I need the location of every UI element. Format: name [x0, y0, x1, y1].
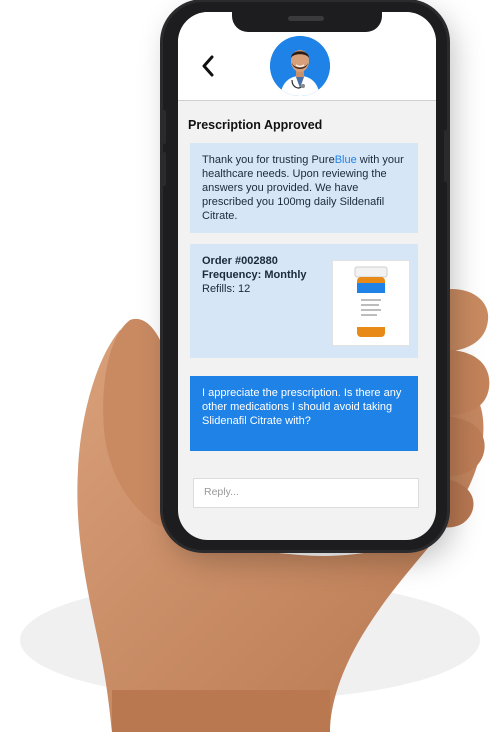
- doctor-avatar[interactable]: [270, 36, 330, 96]
- volume-button: [162, 152, 166, 186]
- volume-button: [162, 110, 166, 144]
- brand-name: Pure: [311, 154, 335, 166]
- pill-bottle-icon: [354, 266, 388, 337]
- order-card[interactable]: Order #002880 Frequency: Monthly Refills…: [190, 244, 418, 358]
- message-text: Thank you for trusting: [202, 154, 312, 166]
- back-button[interactable]: [196, 54, 220, 78]
- phone-notch: [232, 12, 382, 32]
- conversation-title: Prescription Approved: [188, 118, 323, 132]
- power-button: [444, 130, 448, 182]
- user-message: I appreciate the prescription. Is there …: [190, 376, 418, 451]
- medication-bottle-image: [332, 260, 410, 346]
- brand-name-accent: Blue: [334, 154, 357, 166]
- phone-screen: Prescription Approved Thank you for trus…: [178, 12, 436, 540]
- chevron-left-icon: [202, 55, 214, 77]
- doctor-message: Thank you for trusting PureBlue with you…: [190, 143, 418, 233]
- doctor-avatar-icon: [270, 36, 330, 96]
- speaker-grille: [288, 16, 324, 21]
- reply-input[interactable]: Reply...: [193, 478, 419, 508]
